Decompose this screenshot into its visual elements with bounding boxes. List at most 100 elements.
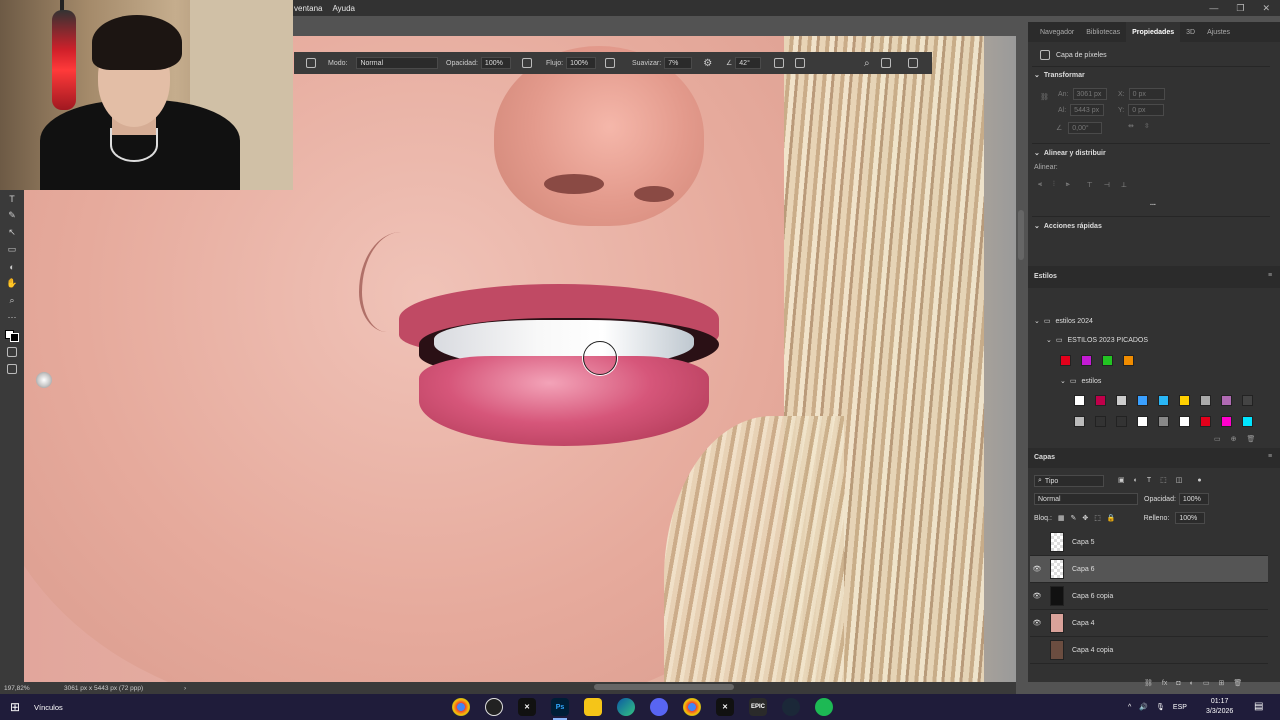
panel-menu-icon[interactable]: ≡ [1268, 453, 1272, 460]
style-swatch[interactable] [1074, 416, 1085, 427]
align-top-icon[interactable]: ⊤ [1087, 181, 1093, 189]
smooth-input[interactable]: 7% [664, 57, 693, 69]
layer-opacity-input[interactable]: 100% [1178, 493, 1209, 505]
flip-horizontal-icon[interactable]: ⇹ [1128, 122, 1134, 130]
airbrush-icon[interactable] [605, 58, 616, 68]
tray-chevron-icon[interactable]: ^ [1128, 704, 1131, 711]
hand-tool-icon[interactable]: ✋ [0, 275, 24, 292]
height-input[interactable]: 5443 px [1070, 104, 1105, 116]
language-indicator[interactable]: ESP [1173, 704, 1187, 711]
style-swatch[interactable] [1200, 416, 1211, 427]
tab-adjustments[interactable]: Ajustes [1201, 22, 1236, 42]
style-swatch[interactable] [1137, 416, 1148, 427]
maximize-button[interactable]: ❐ [1236, 3, 1244, 14]
align-header[interactable]: ⌄ Alinear y distribuir [1034, 149, 1106, 158]
align-left-icon[interactable]: ⫷ [1038, 181, 1042, 189]
brush-preset-icon[interactable] [306, 58, 316, 68]
x-input[interactable]: 0 px [1128, 88, 1165, 100]
clock[interactable]: 01:17 3/3/2026 [1206, 694, 1233, 720]
spotify-icon[interactable] [815, 698, 833, 716]
style-swatch[interactable] [1221, 416, 1232, 427]
file-explorer-icon[interactable] [584, 698, 602, 716]
epic-games-icon[interactable]: EPIC [749, 698, 767, 716]
style-swatch[interactable] [1074, 395, 1085, 406]
path-select-tool-icon[interactable]: ↖ [0, 224, 24, 241]
angle-input[interactable]: 42° [735, 57, 762, 69]
more-tools-icon[interactable]: ⋯ [0, 309, 24, 326]
styles-subgroup[interactable]: ⌄ ▭ estilos [1060, 377, 1101, 386]
add-mask-icon[interactable]: ◘ [1176, 680, 1180, 687]
styles-group-2024[interactable]: ⌄ ▭ estilos 2024 [1034, 317, 1093, 326]
layer-row[interactable]: Capa 4 copia [1030, 637, 1268, 664]
style-swatch[interactable] [1179, 416, 1190, 427]
horizontal-scrollbar[interactable] [594, 684, 734, 690]
pressure-opacity-icon[interactable] [521, 58, 532, 68]
edge-icon[interactable] [617, 698, 635, 716]
align-vcenter-icon[interactable]: ⊣ [1104, 181, 1110, 189]
mic-icon[interactable]: 🎙 [1156, 703, 1165, 711]
style-swatch[interactable] [1137, 395, 1148, 406]
share-icon[interactable] [907, 58, 918, 68]
height-field[interactable]: Al: 5443 px [1058, 104, 1105, 116]
color-swatches[interactable] [0, 326, 24, 343]
zoom-tool-icon[interactable]: ⌕ [0, 292, 24, 309]
opacity-input[interactable]: 100% [480, 57, 511, 69]
blend-mode-select[interactable]: Normal [1034, 493, 1138, 505]
style-swatch[interactable] [1060, 355, 1071, 366]
lock-position-icon[interactable]: ✥ [1082, 514, 1088, 522]
close-button[interactable]: ✕ [1262, 3, 1270, 14]
styles-group-2023[interactable]: ⌄ ▭ ESTILOS 2023 PICADOS [1046, 336, 1148, 345]
volume-icon[interactable]: 🔊 [1139, 703, 1148, 711]
style-swatch[interactable] [1158, 395, 1169, 406]
style-swatch[interactable] [1095, 395, 1106, 406]
style-swatch[interactable] [1179, 395, 1190, 406]
steam-icon[interactable] [782, 698, 800, 716]
quick-actions-header[interactable]: ⌄ Acciones rápidas [1034, 222, 1102, 231]
filter-smart-icon[interactable]: ◫ [1176, 476, 1183, 484]
style-swatch[interactable] [1116, 416, 1127, 427]
flip-vertical-icon[interactable]: ⇳ [1144, 122, 1150, 130]
rectangle-tool-icon[interactable]: ▭ [0, 241, 24, 258]
style-swatch[interactable] [1116, 395, 1127, 406]
capcut-icon-2[interactable]: ✕ [716, 698, 734, 716]
layer-row-selected[interactable]: 👁 Capa 6 [1030, 556, 1268, 583]
gear-icon[interactable]: ⚙ [703, 58, 712, 69]
tab-navigator[interactable]: Navegador [1034, 22, 1080, 42]
eye-icon[interactable]: 👁 [1030, 565, 1044, 573]
eye-icon[interactable]: 👁 [1030, 619, 1044, 627]
screen-mode-icon[interactable] [0, 360, 24, 377]
quick-mask-icon[interactable] [0, 343, 24, 360]
obs-icon[interactable] [485, 698, 503, 716]
workspace-icon[interactable] [880, 58, 891, 68]
style-swatch[interactable] [1102, 355, 1113, 366]
filter-pixel-icon[interactable]: ▣ [1118, 476, 1125, 484]
angle-input[interactable]: 0,00° [1068, 122, 1103, 134]
style-swatch[interactable] [1123, 355, 1134, 366]
lock-all-icon[interactable]: 🔒 [1107, 514, 1116, 522]
y-field[interactable]: Y: 0 px [1118, 104, 1165, 116]
photoshop-icon[interactable]: Ps [551, 698, 569, 716]
new-group-icon[interactable]: ▭ [1203, 679, 1210, 687]
notification-icon[interactable]: ▤ [1254, 701, 1263, 712]
style-swatch[interactable] [1158, 416, 1169, 427]
capcut-icon[interactable]: ✕ [518, 698, 536, 716]
zoom-level[interactable]: 197,82% [4, 685, 64, 692]
fx-icon[interactable]: fx [1162, 680, 1167, 687]
mode-select[interactable]: Normal [356, 57, 439, 69]
lock-transparency-icon[interactable]: ▦ [1058, 514, 1065, 522]
tab-libraries[interactable]: Bibliotecas [1080, 22, 1126, 42]
trash-icon[interactable]: 🗑 [1247, 435, 1256, 443]
vertical-scrollbar[interactable] [1018, 210, 1024, 260]
tab-properties[interactable]: Propiedades [1126, 22, 1181, 42]
search-icon[interactable]: ⌕ [864, 58, 870, 69]
width-field[interactable]: An: 3061 px [1058, 88, 1107, 100]
symmetry-icon[interactable] [795, 58, 806, 68]
link-layers-icon[interactable]: ⛓ [1144, 679, 1153, 687]
align-right-icon[interactable]: ⫸ [1066, 181, 1070, 189]
filter-toggle-icon[interactable]: ● [1197, 477, 1201, 484]
lock-pixels-icon[interactable]: ✎ [1071, 514, 1077, 522]
filter-shape-icon[interactable]: ⬚ [1160, 476, 1167, 484]
styles-title[interactable]: Estilos [1034, 273, 1057, 280]
link-icon[interactable]: ⛓ [1040, 93, 1049, 101]
taskbar-search[interactable]: Vínculos [34, 703, 63, 712]
